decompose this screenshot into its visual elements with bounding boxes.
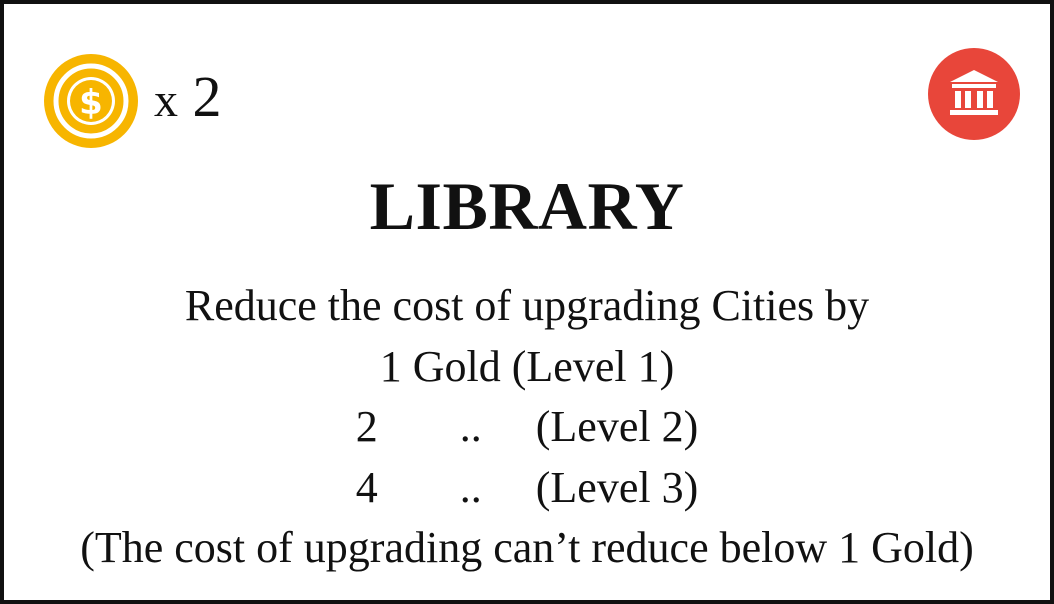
description-note: (The cost of upgrading can’t reduce belo… <box>80 523 974 572</box>
description-line-2: 1 Gold (Level 1) <box>379 341 675 391</box>
ditto-mark: .. <box>459 462 482 512</box>
card: $ x 2 LIBRARY Reduce the cost of upgradi… <box>0 0 1054 604</box>
cost-multiplier-prefix: x <box>154 74 178 127</box>
ditto-mark: .. <box>459 402 482 451</box>
cost-amount: x 2 <box>154 68 222 126</box>
level-amount: 2 <box>355 402 378 451</box>
cost-value: 2 <box>192 64 222 129</box>
svg-text:$: $ <box>79 83 103 123</box>
gold-coin-icon: $ <box>44 54 138 148</box>
level-label: (Level 3) <box>535 462 699 512</box>
level-amount: 4 <box>355 462 378 512</box>
cost-area: $ x 2 <box>44 54 222 148</box>
card-description: Reduce the cost of upgrading Cities by 1… <box>4 276 1050 579</box>
description-line-1: Reduce the cost of upgrading Cities by <box>184 281 870 330</box>
level-row: 2 .. (Level 2) <box>4 397 1050 458</box>
level-label: (Level 2) <box>535 402 699 451</box>
card-title: LIBRARY <box>369 168 685 244</box>
level-row: 4 .. (Level 3) <box>4 458 1050 519</box>
building-icon <box>928 48 1020 140</box>
